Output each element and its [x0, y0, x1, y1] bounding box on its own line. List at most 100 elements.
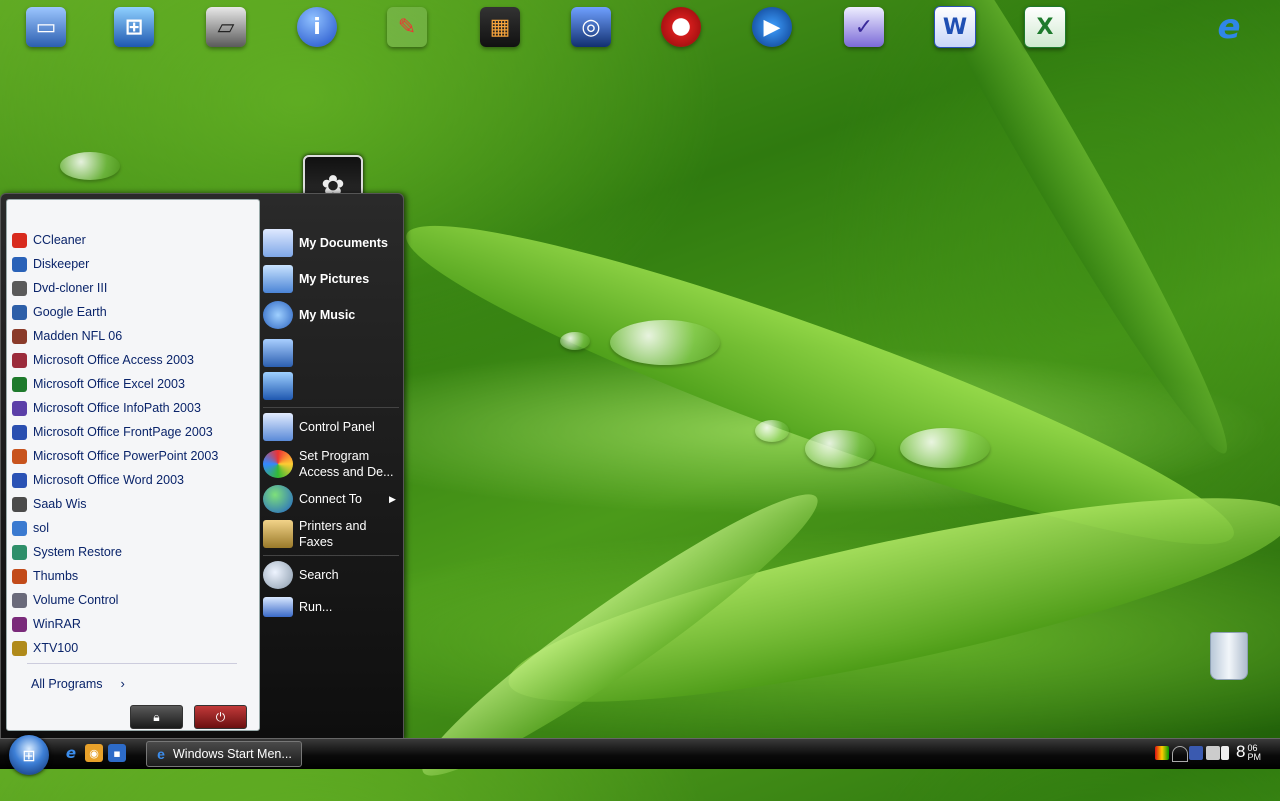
set-program-access-line1: Set Program — [299, 449, 370, 463]
control-panel-item[interactable]: Control Panel — [263, 413, 401, 441]
program-item[interactable]: Saab Wis — [11, 492, 251, 516]
nero-icon[interactable]: ♨ — [657, 3, 705, 51]
program-label: WinRAR — [33, 617, 81, 631]
program-item[interactable]: Microsoft Office PowerPoint 2003 — [11, 444, 251, 468]
printers-faxes-item[interactable]: Printers and Faxes — [263, 518, 401, 550]
tray-color-icon[interactable] — [1155, 746, 1169, 760]
program-item[interactable]: Thumbs — [11, 564, 251, 588]
winrar-icon — [12, 616, 27, 632]
program-item[interactable]: Volume Control — [11, 588, 251, 612]
documents-icon — [263, 229, 293, 257]
network-item[interactable] — [263, 372, 401, 400]
set-program-access-line2: Access and De... — [299, 465, 394, 479]
network-places-icon[interactable]: ⊞ — [110, 3, 158, 51]
clock[interactable]: 8 06 PM — [1236, 742, 1261, 762]
my-music-item[interactable]: My Music — [263, 301, 401, 329]
network-places-icon — [263, 372, 293, 400]
program-item[interactable]: sol — [11, 516, 251, 540]
quick-launch-media-icon[interactable]: ◉ — [85, 744, 103, 762]
power-button[interactable]: ⏻ — [194, 705, 247, 729]
lock-icon: 🔒︎ — [153, 709, 160, 724]
program-label: System Restore — [33, 545, 122, 559]
dvd-cloner-icon — [12, 280, 27, 296]
control-panel-label: Control Panel — [299, 420, 375, 434]
info-icon[interactable]: i — [293, 3, 341, 51]
wifi-icon[interactable] — [1172, 746, 1188, 762]
program-item[interactable]: Diskeeper — [11, 252, 251, 276]
media-player-icon[interactable]: ▶ — [748, 3, 796, 51]
program-item[interactable]: Dvd-cloner III — [11, 276, 251, 300]
program-item[interactable]: Microsoft Office Word 2003 — [11, 468, 251, 492]
recycle-bin-icon[interactable] — [1210, 632, 1248, 680]
my-documents-item[interactable]: My Documents — [263, 229, 401, 257]
word-icon[interactable]: W — [931, 3, 979, 51]
program-item[interactable]: CCleaner — [11, 228, 251, 252]
set-program-access-item[interactable]: Set Program Access and De... — [263, 448, 401, 480]
media-app-icon[interactable]: ◎ — [567, 3, 615, 51]
lock-button[interactable]: 🔒︎ — [130, 705, 183, 729]
excel-icon — [12, 376, 27, 392]
water-drop — [805, 430, 875, 468]
thumbs-icon — [12, 568, 27, 584]
program-label: Microsoft Office Access 2003 — [33, 353, 194, 367]
my-computer-icon[interactable]: ▭ — [22, 3, 70, 51]
search-item[interactable]: Search — [263, 561, 401, 589]
access-icon — [12, 352, 27, 368]
scanner-icon[interactable]: ▱ — [202, 3, 250, 51]
connect-to-item[interactable]: Connect To ▶ — [263, 485, 401, 513]
all-programs-label: All Programs — [31, 676, 103, 691]
xtv100-icon — [12, 640, 27, 656]
infopath-icon — [12, 400, 27, 416]
network-status-icon[interactable] — [1189, 746, 1203, 760]
program-list: CCleaner Diskeeper Dvd-cloner III Google Ea… — [11, 228, 251, 660]
internet-explorer-icon[interactable]: e — [1205, 3, 1253, 51]
paint-brushes-icon[interactable]: ✎ — [383, 3, 431, 51]
program-label: CCleaner — [33, 233, 86, 247]
volume-icon[interactable] — [1206, 746, 1220, 760]
water-drop — [900, 428, 990, 468]
frontpage-icon — [12, 424, 27, 440]
globe-icon — [263, 485, 293, 513]
connect-to-label: Connect To — [299, 492, 363, 506]
my-music-label: My Music — [299, 308, 356, 322]
film-strip-icon[interactable]: ▦ — [476, 3, 524, 51]
search-label: Search — [299, 568, 339, 582]
all-programs-button[interactable]: All Programs › — [31, 676, 125, 691]
run-icon — [263, 597, 293, 617]
clock-hour: 8 — [1236, 742, 1246, 761]
program-item[interactable]: XTV100 — [11, 636, 251, 660]
battery-icon[interactable] — [1221, 746, 1229, 760]
program-label: Volume Control — [33, 593, 119, 607]
program-label: Saab Wis — [33, 497, 87, 511]
taskbar-window-label: Windows Start Men... — [173, 747, 292, 761]
program-label: Madden NFL 06 — [33, 329, 123, 343]
word-icon — [12, 472, 27, 488]
program-item[interactable]: Madden NFL 06 — [11, 324, 251, 348]
taskbar-window-button[interactable]: e Windows Start Men... — [146, 741, 302, 767]
quick-launch-ie-icon[interactable]: e — [62, 744, 80, 762]
program-label: Microsoft Office PowerPoint 2003 — [33, 449, 219, 463]
system-restore-icon — [12, 544, 27, 560]
program-label: sol — [33, 521, 49, 535]
grass-blade — [849, 0, 1251, 469]
infopath-icon[interactable]: ✓ — [840, 3, 888, 51]
start-button[interactable]: ⊞ — [9, 735, 49, 775]
windows-logo-icon: ⊞ — [22, 745, 36, 765]
program-label: Microsoft Office Excel 2003 — [33, 377, 185, 391]
program-label: Google Earth — [33, 305, 107, 319]
program-item[interactable]: Microsoft Office Access 2003 — [11, 348, 251, 372]
excel-icon[interactable]: X — [1021, 3, 1069, 51]
program-item[interactable]: Google Earth — [11, 300, 251, 324]
quick-launch-desktop-icon[interactable]: ▪ — [108, 744, 126, 762]
program-item[interactable]: Microsoft Office Excel 2003 — [11, 372, 251, 396]
search-icon — [263, 561, 293, 589]
grass-blade — [496, 458, 1280, 742]
program-item[interactable]: WinRAR — [11, 612, 251, 636]
my-pictures-item[interactable]: My Pictures — [263, 265, 401, 293]
program-item[interactable]: Microsoft Office FrontPage 2003 — [11, 420, 251, 444]
program-item[interactable]: System Restore — [11, 540, 251, 564]
program-item[interactable]: Microsoft Office InfoPath 2003 — [11, 396, 251, 420]
run-item[interactable]: Run... — [263, 597, 401, 617]
printers-line2: Faxes — [299, 535, 334, 549]
my-computer-item[interactable] — [263, 339, 401, 367]
